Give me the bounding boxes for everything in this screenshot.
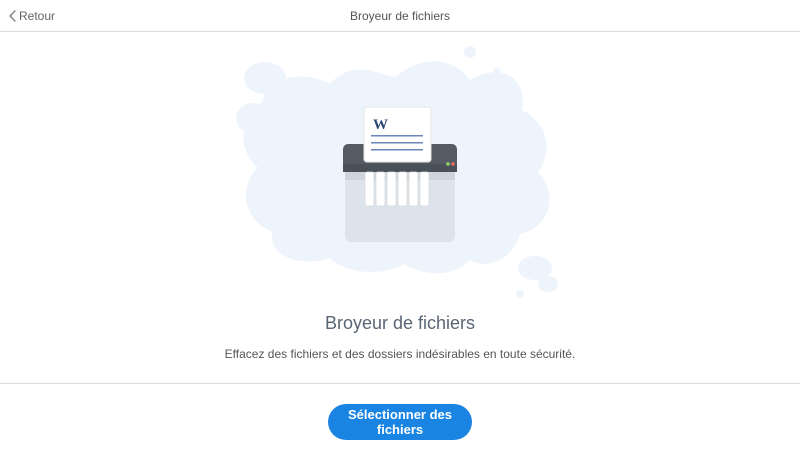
hero-illustration: W	[0, 32, 800, 302]
page-description: Effacez des fichiers et des dossiers ind…	[224, 347, 576, 361]
top-bar: Retour Broyeur de fichiers	[0, 0, 800, 32]
shredder-illustration: W	[236, 46, 558, 298]
select-files-button[interactable]: Sélectionner des fichiers	[328, 404, 472, 440]
divider	[0, 383, 800, 384]
document-logo: W	[373, 117, 388, 133]
page-title: Broyeur de fichiers	[324, 313, 476, 333]
window-title: Broyeur de fichiers	[349, 9, 451, 23]
file-shredder-window: Retour Broyeur de fichiers W Broyeur de …	[0, 0, 800, 457]
document-icon: W	[363, 106, 432, 163]
